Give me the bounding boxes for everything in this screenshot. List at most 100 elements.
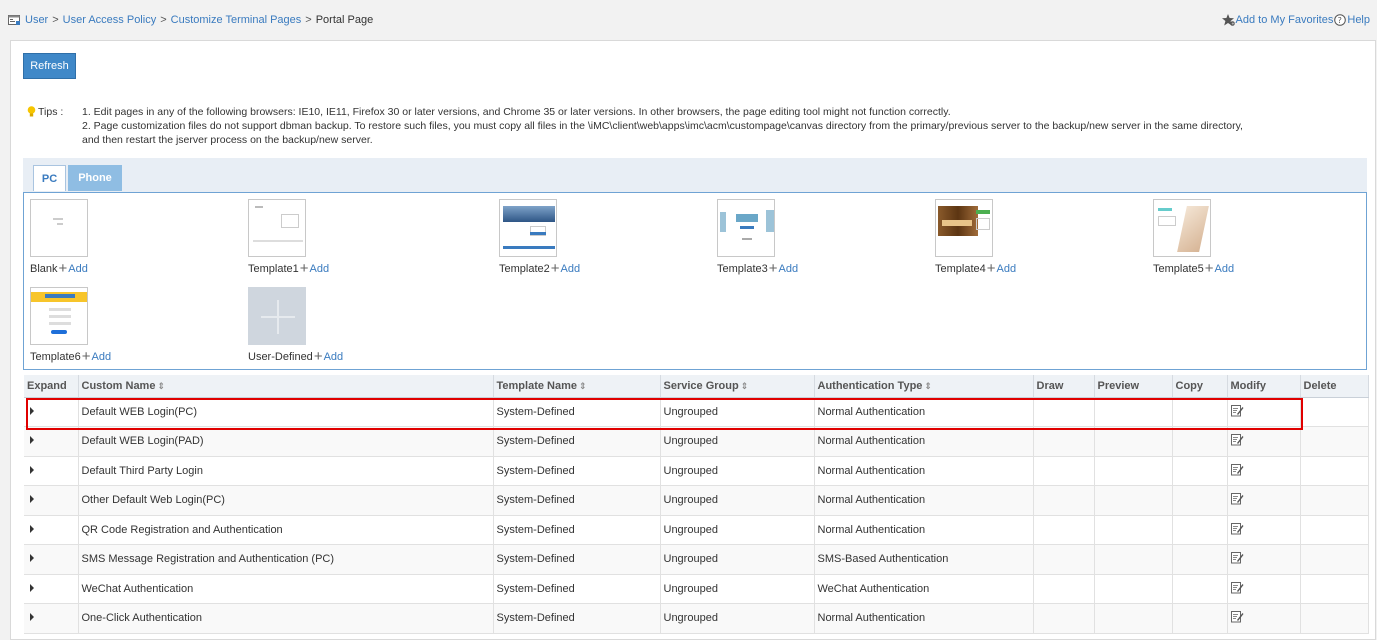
add-plus-icon[interactable]: + <box>551 261 560 276</box>
add-plus-icon[interactable]: + <box>300 261 309 276</box>
breadcrumb-customize-terminal-pages[interactable]: Customize Terminal Pages <box>171 14 302 26</box>
draw-cell <box>1033 485 1095 516</box>
template-label: Template2 + Add <box>499 261 581 276</box>
modify-cell <box>1227 426 1301 457</box>
template-name: Blank <box>30 263 58 275</box>
template-2: Template2 + Add <box>499 199 580 276</box>
table-row[interactable]: QR Code Registration and Authentication … <box>24 515 1369 545</box>
template-name-cell: System-Defined <box>493 485 661 516</box>
copy-cell <box>1172 603 1228 634</box>
breadcrumb-user[interactable]: User <box>25 14 48 26</box>
template-name: Template2 <box>499 263 550 275</box>
custom-name-cell: Default WEB Login(PAD) <box>78 426 494 457</box>
column-header-service-group[interactable]: Service Group ⇕ <box>660 375 815 398</box>
preview-cell <box>1094 456 1173 486</box>
column-header-authentication-type[interactable]: Authentication Type ⇕ <box>814 375 1034 398</box>
modify-edit-icon[interactable] <box>1230 551 1244 567</box>
expand-cell[interactable] <box>24 426 79 457</box>
tab-pc[interactable]: PC <box>33 165 66 191</box>
service-group-cell: Ungrouped <box>660 544 815 575</box>
add-plus-icon[interactable]: + <box>314 349 323 364</box>
expand-arrow-icon[interactable] <box>30 495 34 504</box>
template-thumbnail[interactable] <box>248 199 306 257</box>
sort-icon[interactable]: ⇕ <box>579 381 587 391</box>
sort-icon[interactable]: ⇕ <box>741 381 749 391</box>
column-header-preview: Preview <box>1094 375 1173 398</box>
draw-cell <box>1033 456 1095 486</box>
header-links: + Add to My Favorites ? Help <box>1221 14 1371 26</box>
column-header-draw: Draw <box>1033 375 1095 398</box>
template-add-link[interactable]: Add <box>92 351 112 363</box>
table-row[interactable]: One-Click Authentication System-Defined … <box>24 603 1369 634</box>
expand-cell[interactable] <box>24 397 79 427</box>
expand-arrow-icon[interactable] <box>30 613 34 622</box>
column-header-template-name[interactable]: Template Name ⇕ <box>493 375 661 398</box>
modify-edit-icon[interactable] <box>1230 522 1244 538</box>
help-link[interactable]: Help <box>1347 14 1370 26</box>
template-label: Blank + Add <box>30 261 88 276</box>
table-row[interactable]: SMS Message Registration and Authenticat… <box>24 544 1369 575</box>
table-row[interactable]: Default Third Party Login System-Defined… <box>24 456 1369 486</box>
template-thumbnail[interactable] <box>499 199 557 257</box>
expand-cell[interactable] <box>24 574 79 604</box>
template-thumbnail[interactable] <box>935 199 993 257</box>
draw-cell <box>1033 544 1095 575</box>
modify-edit-icon[interactable] <box>1230 463 1244 479</box>
template-thumbnail[interactable] <box>717 199 775 257</box>
modify-edit-icon[interactable] <box>1230 433 1244 449</box>
favorites-star-icon[interactable]: + <box>1221 14 1235 26</box>
template-add-link[interactable]: Add <box>68 263 88 275</box>
help-icon[interactable]: ? <box>1334 14 1347 26</box>
sort-icon[interactable]: ⇕ <box>157 381 165 391</box>
expand-arrow-icon[interactable] <box>30 554 34 563</box>
modify-edit-icon[interactable] <box>1230 492 1244 508</box>
sort-icon[interactable]: ⇕ <box>924 381 932 391</box>
template-add-link[interactable]: Add <box>310 263 330 275</box>
delete-cell <box>1300 485 1369 516</box>
template-blank: Blank + Add <box>30 199 88 276</box>
tip-bulb-icon <box>27 106 36 122</box>
template-label: Template5 + Add <box>1153 261 1235 276</box>
top-bar: User > User Access Policy > Customize Te… <box>0 0 1377 40</box>
template-add-link[interactable]: Add <box>779 263 799 275</box>
template-add-link[interactable]: Add <box>324 351 344 363</box>
expand-cell[interactable] <box>24 603 79 634</box>
expand-cell[interactable] <box>24 515 79 545</box>
expand-cell[interactable] <box>24 485 79 516</box>
expand-arrow-icon[interactable] <box>30 436 34 445</box>
table-row[interactable]: Other Default Web Login(PC) System-Defin… <box>24 485 1369 516</box>
table-row[interactable]: Default WEB Login(PC) System-Defined Ung… <box>24 397 1369 427</box>
expand-cell[interactable] <box>24 544 79 575</box>
breadcrumb-user-access-policy[interactable]: User Access Policy <box>63 14 157 26</box>
add-to-favorites-link[interactable]: Add to My Favorites <box>1236 14 1334 26</box>
refresh-button[interactable]: Refresh <box>23 53 76 79</box>
template-thumbnail[interactable] <box>30 199 88 257</box>
template-thumbnail[interactable] <box>30 287 88 345</box>
modify-edit-icon[interactable] <box>1230 581 1244 597</box>
template-add-link[interactable]: Add <box>997 263 1017 275</box>
tab-phone[interactable]: Phone <box>68 165 122 191</box>
expand-arrow-icon[interactable] <box>30 583 34 592</box>
copy-cell <box>1172 574 1228 604</box>
modify-edit-icon[interactable] <box>1230 610 1244 626</box>
expand-arrow-icon[interactable] <box>30 465 34 474</box>
add-plus-icon[interactable]: + <box>59 261 68 276</box>
custom-name-cell: Other Default Web Login(PC) <box>78 485 494 516</box>
template-thumbnail[interactable] <box>1153 199 1211 257</box>
template-thumbnail[interactable] <box>248 287 306 345</box>
template-add-link[interactable]: Add <box>561 263 581 275</box>
table-row[interactable]: WeChat Authentication System-Defined Ung… <box>24 574 1369 604</box>
column-header-custom-name[interactable]: Custom Name ⇕ <box>78 375 494 398</box>
service-group-cell: Ungrouped <box>660 574 815 604</box>
table-row[interactable]: Default WEB Login(PAD) System-Defined Un… <box>24 426 1369 457</box>
expand-arrow-icon[interactable] <box>30 524 34 533</box>
add-plus-icon[interactable]: + <box>1205 261 1214 276</box>
add-plus-icon[interactable]: + <box>82 349 91 364</box>
expand-cell[interactable] <box>24 456 79 486</box>
modify-edit-icon[interactable] <box>1230 404 1244 420</box>
template-add-link[interactable]: Add <box>1215 263 1235 275</box>
add-plus-icon[interactable]: + <box>987 261 996 276</box>
add-plus-icon[interactable]: + <box>769 261 778 276</box>
custom-name-cell: Default Third Party Login <box>78 456 494 486</box>
expand-arrow-icon[interactable] <box>30 406 34 415</box>
